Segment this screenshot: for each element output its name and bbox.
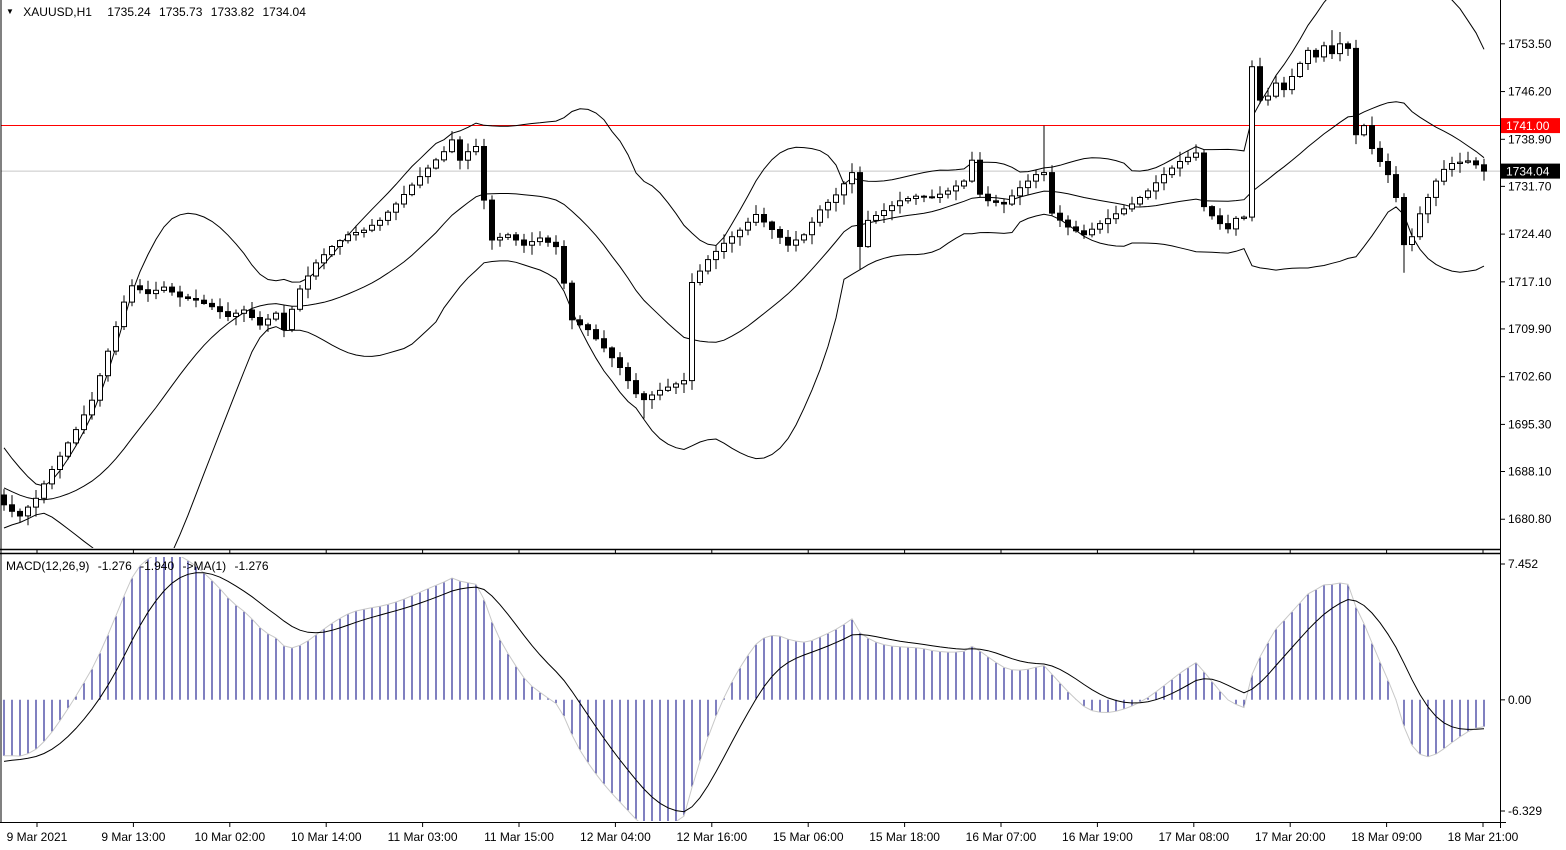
time-axis-label: 10 Mar 02:00 (194, 830, 265, 844)
time-axis-label: 15 Mar 18:00 (869, 830, 940, 844)
time-axis-label: 10 Mar 14:00 (291, 830, 362, 844)
macd-main-line (4, 552, 1484, 829)
candles-layer (2, 30, 1487, 525)
bollinger-lower-line (4, 207, 1484, 584)
chart-canvas[interactable]: 1753.50 1746.20 1738.90 1731.70 1724.40 1717.… (0, 0, 1566, 850)
chart-window: ▼ XAUUSD,H1 1735.24 1735.73 1733.82 1734… (0, 0, 1566, 850)
macd-axis-label: 7.452 (1508, 557, 1538, 571)
macd-indicator-label: MACD(12,26,9) -1.276 -1.940 ->MA(1) -1.2… (6, 559, 274, 573)
macd-signal-value: -1.940 (140, 559, 174, 573)
time-axis-label: 17 Mar 20:00 (1255, 830, 1326, 844)
time-axis-label: 12 Mar 04:00 (580, 830, 651, 844)
time-axis-label: 17 Mar 08:00 (1158, 830, 1229, 844)
price-axis[interactable]: 1753.50 1746.20 1738.90 1731.70 1724.40 1717.… (1500, 37, 1552, 526)
price-axis-label: 1731.70 (1508, 179, 1552, 193)
collapse-triangle-icon[interactable]: ▼ (6, 7, 14, 16)
time-axis-label: 16 Mar 19:00 (1062, 830, 1133, 844)
price-axis-label: 1738.90 (1508, 132, 1552, 146)
time-axis-label: 12 Mar 16:00 (676, 830, 747, 844)
price-axis-label: 1702.60 (1508, 370, 1552, 384)
svg-text:1734.04: 1734.04 (1506, 165, 1550, 179)
macd-ma-label: ->MA(1) (182, 559, 226, 573)
current-price-badge: 1734.04 (1501, 164, 1560, 179)
chart-title-bar: ▼ XAUUSD,H1 1735.24 1735.73 1733.82 1734… (6, 5, 311, 19)
time-axis-label: 16 Mar 07:00 (966, 830, 1037, 844)
time-axis-label: 11 Mar 03:00 (388, 830, 458, 844)
bollinger-middle-line (4, 102, 1484, 500)
macd-main-value: -1.276 (98, 559, 132, 573)
macd-axis[interactable]: 7.452 0.00 -6.329 (1500, 557, 1542, 818)
close-value: 1734.04 (263, 5, 306, 19)
svg-text:1741.00: 1741.00 (1506, 119, 1550, 133)
price-axis-label: 1688.10 (1508, 465, 1552, 479)
time-axis-label: 18 Mar 21:00 (1448, 830, 1519, 844)
price-axis-label: 1724.40 (1508, 227, 1552, 241)
price-axis-label: 1753.50 (1508, 37, 1552, 51)
symbol-timeframe-label: XAUUSD,H1 (23, 5, 92, 19)
price-axis-label: 1680.80 (1508, 512, 1552, 526)
macd-signal-line (4, 573, 1484, 812)
macd-histogram (4, 552, 1484, 829)
time-axis-label: 9 Mar 13:00 (101, 830, 165, 844)
macd-axis-label: -6.329 (1508, 804, 1542, 818)
price-axis-label: 1717.10 (1508, 275, 1552, 289)
high-value: 1735.73 (159, 5, 202, 19)
macd-ma-value: -1.276 (234, 559, 268, 573)
time-axis-label: 18 Mar 09:00 (1351, 830, 1422, 844)
time-axis-label: 15 Mar 06:00 (773, 830, 844, 844)
price-panel[interactable] (0, 0, 1500, 584)
time-axis-label: 9 Mar 2021 (7, 830, 68, 844)
time-axis-label: 11 Mar 15:00 (484, 830, 554, 844)
open-value: 1735.24 (107, 5, 150, 19)
price-axis-label: 1709.90 (1508, 322, 1552, 336)
price-axis-label: 1695.30 (1508, 417, 1552, 431)
low-value: 1733.82 (211, 5, 254, 19)
macd-axis-label: 0.00 (1508, 693, 1532, 707)
macd-title: MACD(12,26,9) (6, 559, 89, 573)
alert-price-badge: 1741.00 (1501, 118, 1560, 133)
macd-panel[interactable] (4, 552, 1484, 829)
price-axis-label: 1746.20 (1508, 85, 1552, 99)
